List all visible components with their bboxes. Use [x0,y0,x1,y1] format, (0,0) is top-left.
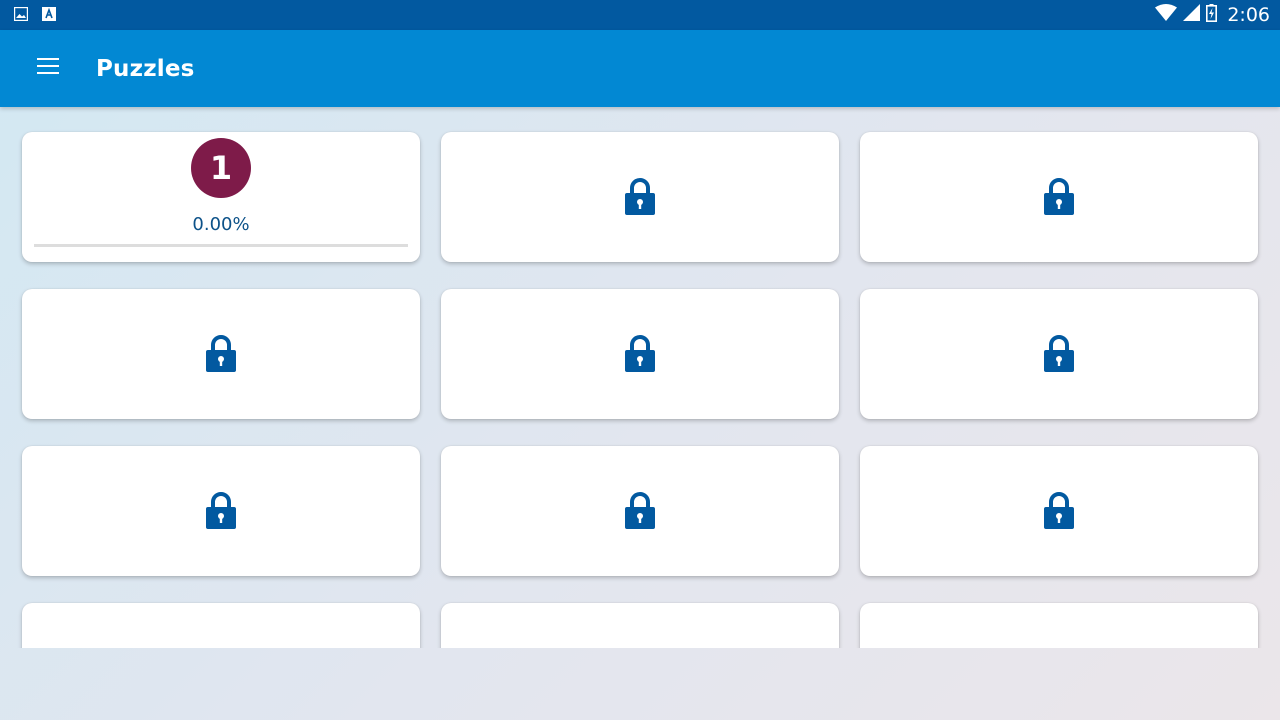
lock-icon [1044,334,1074,374]
lock-icon [1044,177,1074,217]
puzzle-card-locked[interactable] [860,289,1258,419]
keyboard-a-icon [42,7,56,21]
puzzle-card-locked[interactable] [22,289,420,419]
page-title: Puzzles [96,56,195,82]
lock-icon [1044,491,1074,531]
menu-icon [37,57,59,79]
progress-bar [34,244,408,247]
puzzle-card-locked[interactable] [860,132,1258,262]
progress-percentage: 0.00% [192,214,250,235]
puzzle-card-locked[interactable] [441,446,839,576]
clock: 2:06 [1227,4,1270,26]
level-badge: 1 [191,138,251,198]
puzzle-card-locked[interactable] [860,603,1258,648]
puzzle-card-locked[interactable] [22,603,420,648]
cell-signal-icon [1183,4,1201,26]
puzzle-card-locked[interactable] [441,132,839,262]
puzzle-card-locked[interactable] [441,603,839,648]
puzzle-card-locked[interactable] [860,446,1258,576]
puzzle-grid[interactable]: 1 0.00% [0,107,1280,648]
app-bar: Puzzles [0,30,1280,107]
status-bar: 2:06 [0,0,1280,30]
image-icon [14,7,28,21]
battery-charging-icon [1206,3,1218,27]
lock-icon [625,334,655,374]
wifi-icon [1155,3,1178,27]
lock-icon [625,177,655,217]
puzzle-card-locked[interactable] [441,289,839,419]
puzzle-card[interactable]: 1 0.00% [22,132,420,262]
menu-button[interactable] [24,44,72,92]
lock-icon [625,491,655,531]
lock-icon [206,334,236,374]
lock-icon [206,491,236,531]
puzzle-card-locked[interactable] [22,446,420,576]
